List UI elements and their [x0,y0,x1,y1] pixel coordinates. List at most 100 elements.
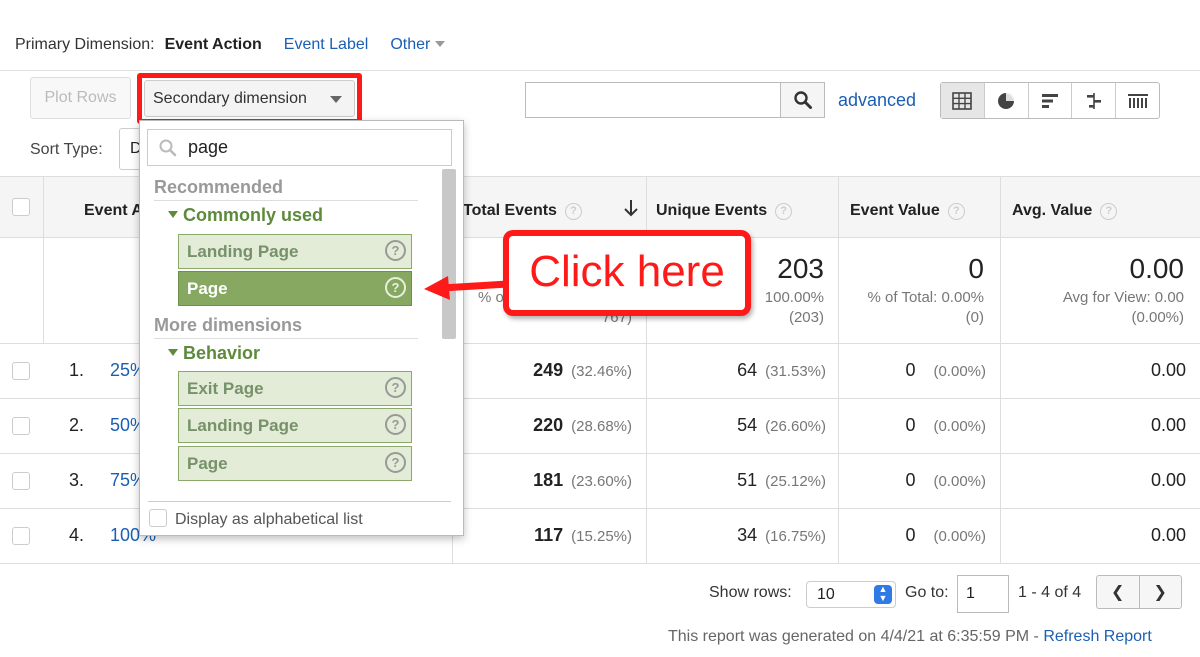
column-header-label: Unique Events [656,202,768,219]
event-value-pct: (0.00%) [933,473,986,490]
divider [154,200,418,201]
refresh-report-link[interactable]: Refresh Report [1043,628,1152,645]
event-value: 0 [905,525,916,545]
plot-rows-button[interactable]: Plot Rows [30,77,131,119]
row-number: 2. [69,415,85,435]
help-icon[interactable]: ? [1100,203,1118,220]
dimension-item-label: Exit Page [187,379,264,398]
secondary-dimension-dropdown: page Recommended Commonly used Landing P… [139,120,464,536]
unique-events-cell: 34 (16.75%) [646,525,826,546]
help-icon[interactable]: ? [385,452,406,473]
chevron-down-icon[interactable] [435,41,446,47]
dimension-item-page[interactable]: Page? [178,271,412,306]
row-range: 1 - 4 of 4 [1018,584,1082,601]
primary-dimension-active: Event Action [164,36,262,53]
previous-page-button[interactable]: ❮ [1097,576,1140,608]
group-label: Commonly used [183,205,324,225]
pager: ❮ ❯ [1096,575,1182,609]
callout-arrow [424,276,509,300]
unique-events-value: 64 [737,360,758,380]
dimension-item-exit-page[interactable]: Exit Page? [178,371,412,406]
row-checkbox[interactable] [12,527,30,545]
group-behavior[interactable]: Behavior [168,343,260,364]
grid-icon [952,91,973,110]
help-icon[interactable]: ? [564,203,582,220]
help-icon[interactable]: ? [385,414,406,435]
column-header-avg-value[interactable]: Avg. Value? [1012,202,1118,220]
comparison-icon [1086,92,1101,109]
dimension-item-label: Landing Page [187,242,299,261]
performance-view-button[interactable] [1029,83,1073,118]
primary-dimension-label: Primary Dimension: [15,36,155,53]
pie-chart-icon [998,92,1015,109]
goto-page-input[interactable]: 1 [957,575,1009,613]
show-rows-select[interactable]: 10 ▲ ▼ [806,581,896,608]
unique-events-value: 51 [737,470,758,490]
divider [0,563,1200,564]
row-checkbox[interactable] [12,362,30,380]
total-events-pct: (15.25%) [571,528,632,545]
primary-dimension-bar: Primary Dimension: Event Action Event Labe… [15,36,446,54]
help-icon[interactable]: ? [385,277,406,298]
pivot-view-button[interactable] [1116,83,1159,118]
show-rows-label: Show rows: [709,584,792,601]
event-value-cell: 0 (0.00%) [838,360,986,381]
event-value-pct: (0.00%) [933,528,986,545]
dimension-item-label: Page [187,454,228,473]
table-view-button[interactable] [941,83,985,118]
primary-dimension-event-label[interactable]: Event Label [284,36,369,53]
dimension-item-page[interactable]: Page? [178,446,412,481]
avg-value-cell: 0.00 [1150,470,1186,490]
event-value: 0 [905,360,916,380]
total-events-pct: (32.46%) [571,363,632,380]
row-number: 3. [69,470,85,490]
help-icon[interactable]: ? [947,203,965,220]
search-icon [159,139,177,157]
total-events-cell: 249 (32.46%) [452,360,632,381]
help-icon[interactable]: ? [385,240,406,261]
highlight-box [137,73,362,124]
dimension-item-landing-page[interactable]: Landing Page? [178,408,412,443]
column-header-unique-events[interactable]: Unique Events? [656,202,793,220]
group-commonly-used[interactable]: Commonly used [168,205,323,226]
primary-dimension-other[interactable]: Other [390,36,430,53]
report-generated-footer: This report was generated on 4/4/21 at 6… [668,628,1152,646]
table-search-input[interactable] [526,83,781,117]
row-number: 1. [69,360,85,380]
event-value-pct: (0.00%) [933,363,986,380]
help-icon[interactable]: ? [775,203,793,220]
column-header-event-action[interactable]: Event A [84,202,143,220]
total-events-value: 249 [533,360,564,380]
dimension-search-box[interactable]: page [147,129,452,166]
dimension-search-input[interactable]: page [188,137,228,158]
goto-label: Go to: [905,584,949,601]
help-icon[interactable]: ? [385,377,406,398]
comparison-view-button[interactable] [1072,83,1117,118]
column-header-label: Total Events [463,202,557,219]
alphabetical-checkbox[interactable] [149,509,167,527]
select-stepper-icon: ▲ ▼ [874,585,892,604]
select-all-checkbox[interactable] [12,198,30,216]
divider [148,501,451,502]
alphabetical-list-option[interactable]: Display as alphabetical list [149,509,363,529]
section-heading-more-dimensions: More dimensions [154,315,303,335]
total-events-cell: 181 (23.60%) [452,470,632,491]
event-value-cell: 0 (0.00%) [838,470,986,491]
row-checkbox[interactable] [12,472,30,490]
unique-events-pct: (16.75%) [765,528,826,545]
row-checkbox[interactable] [12,417,30,435]
column-header-label: Avg. Value [1012,202,1093,219]
search-icon [793,91,812,109]
next-page-button[interactable]: ❯ [1140,576,1182,608]
sort-arrow-down-icon[interactable] [623,198,639,218]
divider [0,70,1200,71]
scrollbar-thumb[interactable] [442,169,456,339]
dimension-item-landing-page[interactable]: Landing Page? [178,234,412,269]
column-header-event-value[interactable]: Event Value? [850,202,965,220]
search-button[interactable] [780,83,824,117]
column-header-total-events[interactable]: Total Events? [463,202,582,220]
alphabetical-label: Display as alphabetical list [175,511,363,528]
advanced-filter-link[interactable]: advanced [838,90,916,111]
pie-view-button[interactable] [985,83,1029,118]
bar-chart-icon [1041,93,1058,108]
